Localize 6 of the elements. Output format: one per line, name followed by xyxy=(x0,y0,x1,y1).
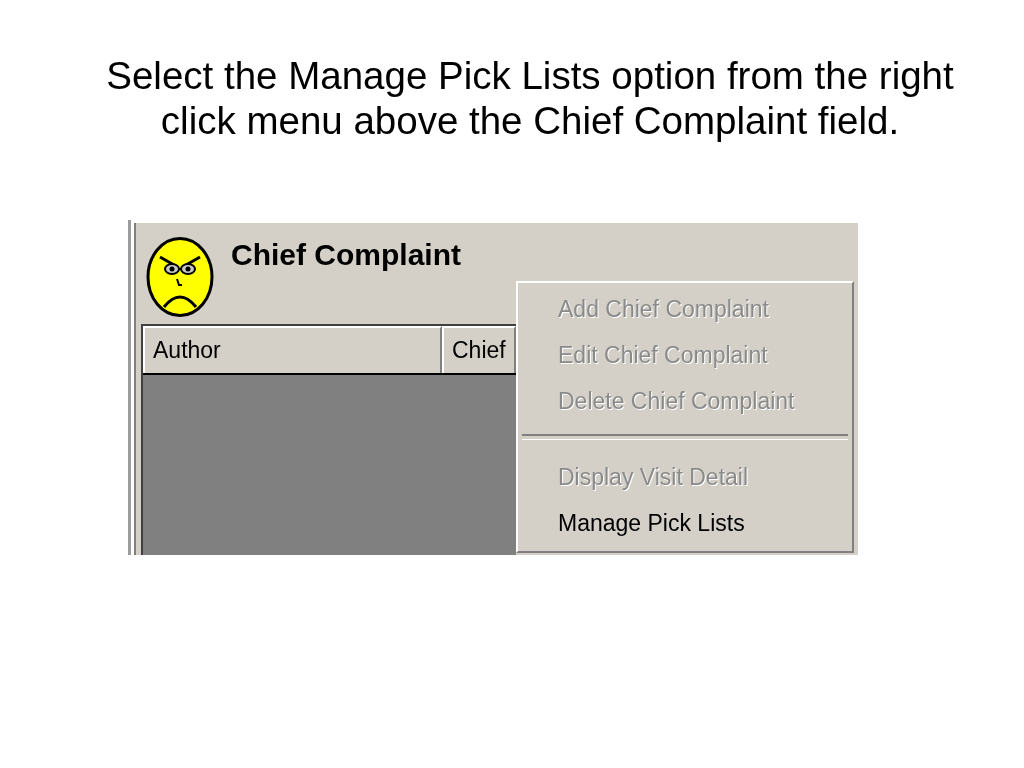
menu-item[interactable]: Manage Pick Lists xyxy=(518,500,852,546)
instruction-text: Select the Manage Pick Lists option from the right click menu above the Chief Complaint field. xyxy=(105,53,955,143)
frowning-face-icon xyxy=(146,235,214,317)
column-header[interactable]: Chief xyxy=(442,326,516,373)
column-header[interactable]: Author xyxy=(143,326,442,373)
panel-title: Chief Complaint xyxy=(231,237,461,273)
